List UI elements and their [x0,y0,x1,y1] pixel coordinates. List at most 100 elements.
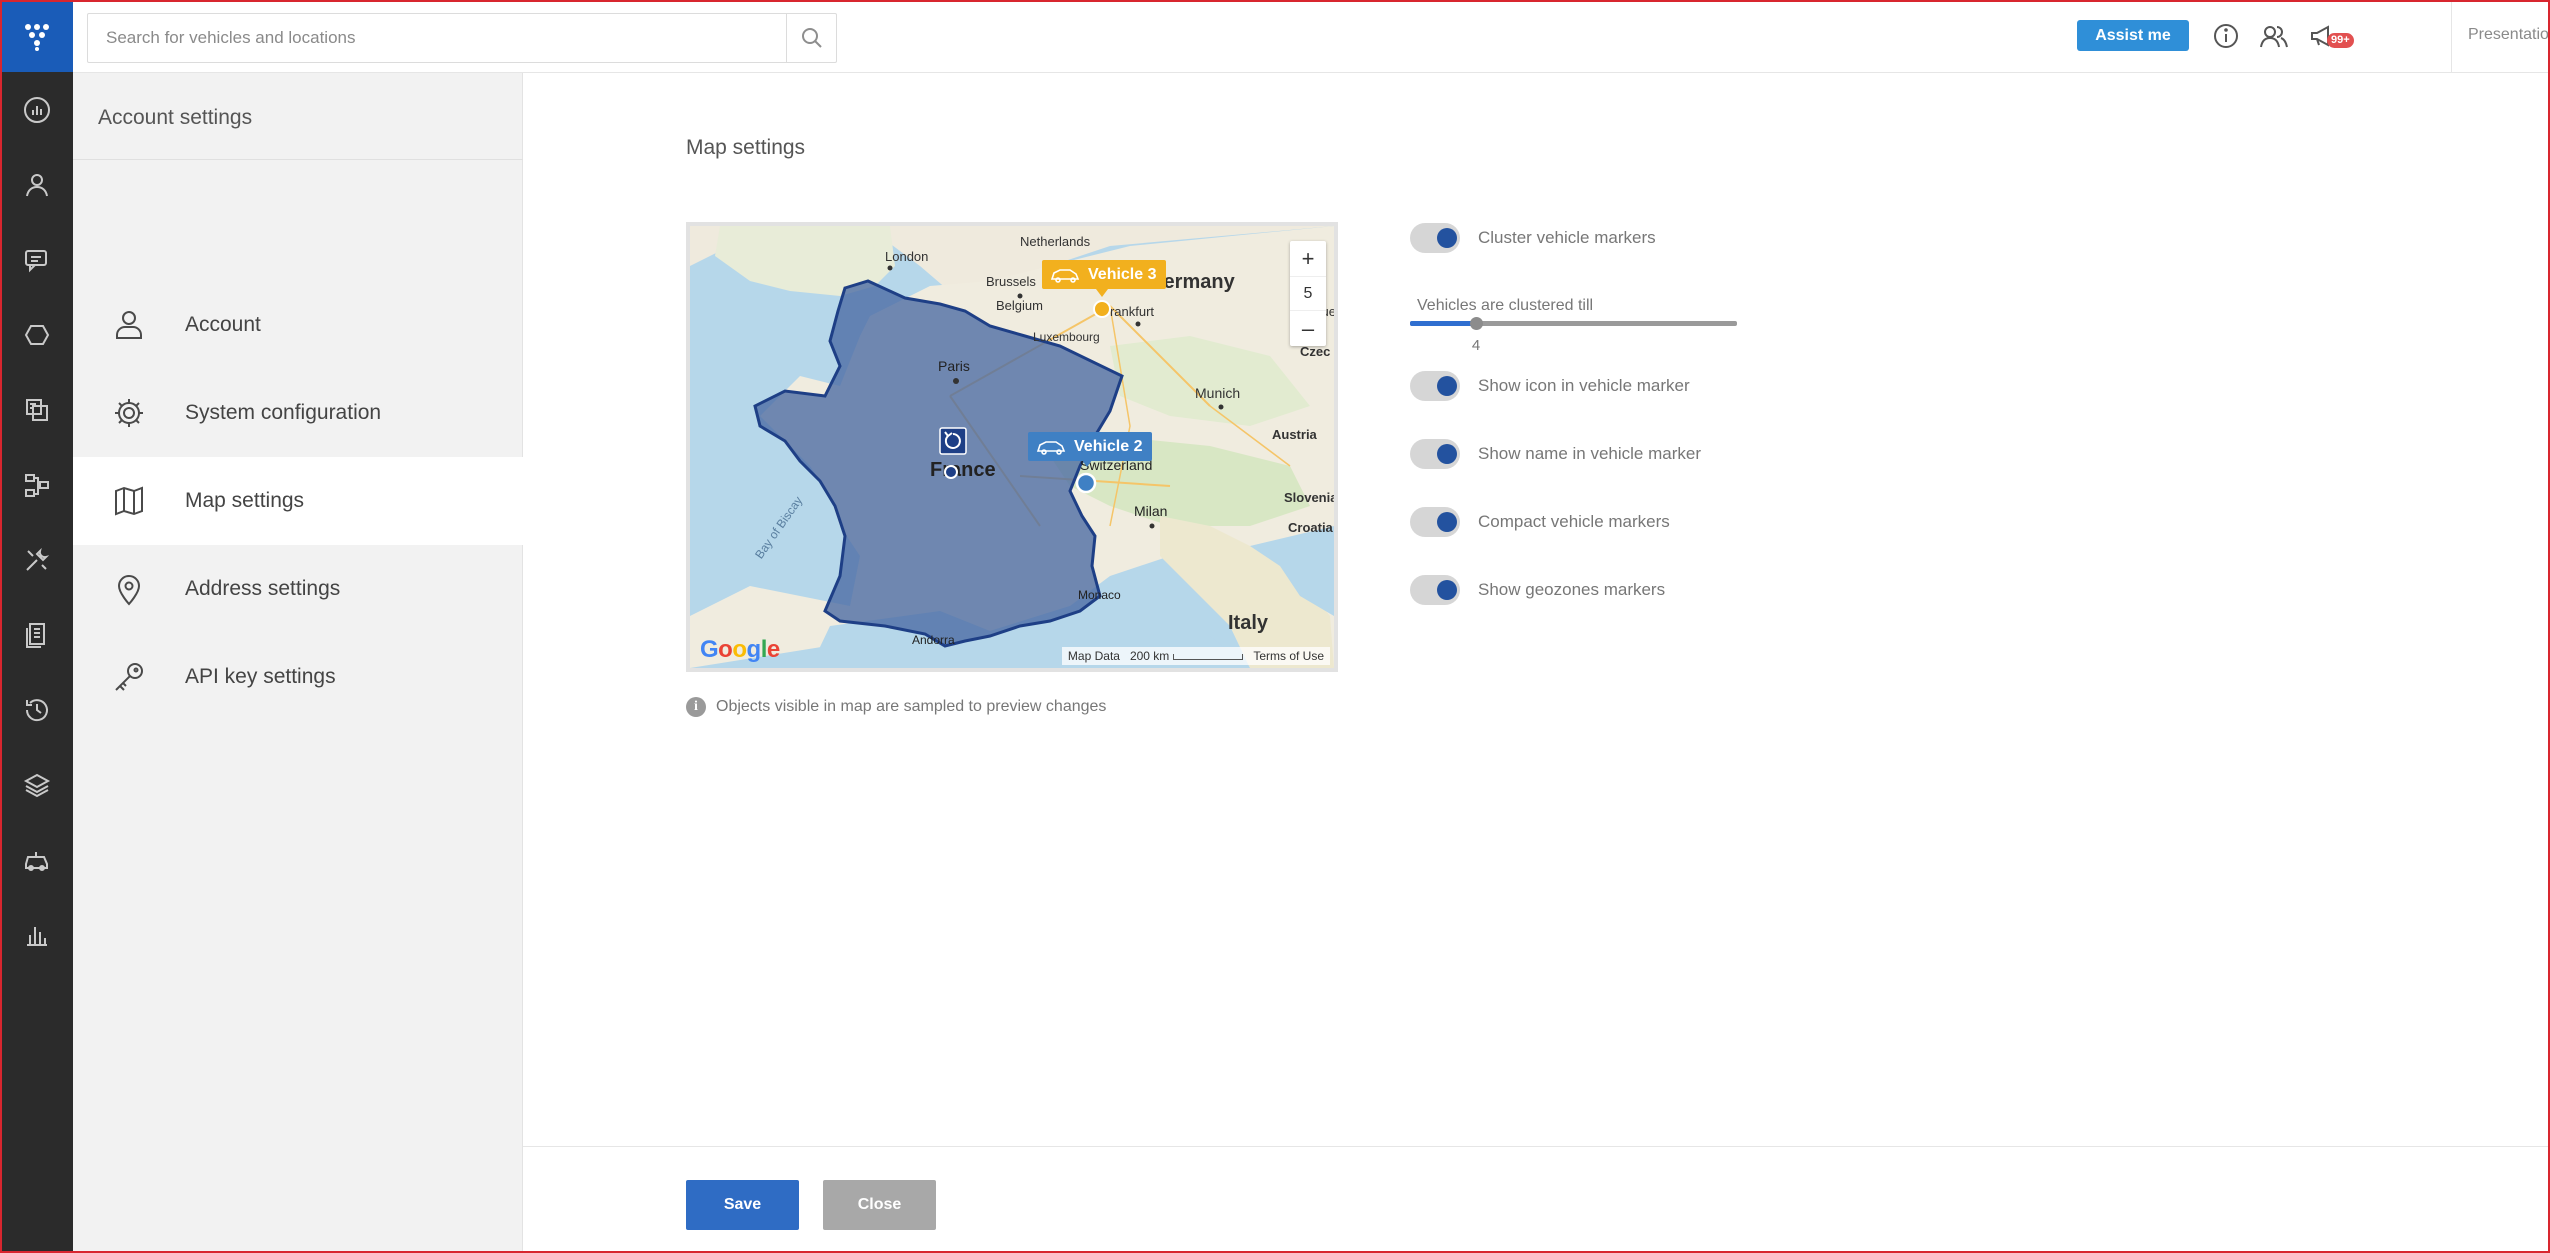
layers-icon [23,773,50,797]
rail-reports[interactable] [0,372,73,447]
option-label: Cluster vehicle markers [1478,228,1656,247]
search-icon [801,28,822,48]
notifications-button[interactable]: 99+ [2303,17,2354,55]
geozones-toggle[interactable] [1410,575,1460,605]
show-icon-toggle[interactable] [1410,371,1460,401]
cluster-toggle[interactable] [1410,223,1460,253]
info-icon [2214,24,2238,48]
report-icon [25,398,48,421]
compact-toggle[interactable] [1410,507,1460,537]
map-label: Croatia [1288,520,1334,535]
rail-documents[interactable] [0,597,73,672]
option-show-name: Show name in vehicle marker [1410,437,1770,471]
slider-handle[interactable] [1470,317,1483,330]
option-label: Show icon in vehicle marker [1478,376,1690,395]
location-pin-icon [117,575,141,606]
main-content: Map settings London Netherlands Brussels… [523,73,2550,1253]
assist-me-button[interactable]: Assist me [2077,20,2189,51]
person-icon [116,311,142,339]
map-label: Netherlands [1020,234,1091,249]
settings-title: Account settings [98,106,253,129]
zoom-in-button[interactable]: + [1290,241,1326,276]
option-geozones: Show geozones markers [1410,573,1770,607]
vehicle-label-text: Vehicle 2 [1074,437,1143,455]
account-switcher[interactable]: Presentation [2451,0,2550,72]
nav-item-address-settings[interactable]: Address settings [73,545,523,633]
map-label: Austria [1272,427,1318,442]
app-rail [0,0,73,1253]
show-name-toggle[interactable] [1410,439,1460,469]
rail-layers[interactable] [0,747,73,822]
cluster-till-label: Vehicles are clustered till [1417,297,1594,314]
page-title: Map settings [686,136,806,159]
rail-routes[interactable] [0,297,73,372]
map-label: Belgium [996,298,1043,313]
preview-hint: i Objects visible in map are sampled to … [686,697,1106,717]
close-button[interactable]: Close [823,1180,936,1230]
nav-item-api-key-settings[interactable]: API key settings [73,633,523,721]
search-box [87,13,837,63]
map-label: London [885,249,928,264]
rail-dashboard[interactable] [0,72,73,147]
app-logo[interactable] [0,0,73,72]
settings-sidebar: Account settings Account System configur… [73,73,523,1253]
info-button[interactable] [2206,17,2246,55]
nav-item-map-settings[interactable]: Map settings [73,457,523,545]
map-label: Brussels [986,274,1036,289]
map-scale: 200 km [1130,649,1244,663]
rail-people[interactable] [0,147,73,222]
tools-icon [25,547,49,571]
cluster-till-slider[interactable] [1410,317,1737,330]
zoom-out-button[interactable]: – [1290,311,1326,346]
map-footer: Map Data 200 km Terms of Use [1061,647,1330,665]
option-compact: Compact vehicle markers [1410,505,1770,539]
rail-tools[interactable] [0,522,73,597]
map-icon [115,486,143,516]
rail-workflow[interactable] [0,447,73,522]
gear-icon [115,399,143,427]
search-input[interactable] [88,14,778,62]
nav-item-system-configuration[interactable]: System configuration [73,369,523,457]
rail-messages[interactable] [0,222,73,297]
account-switcher-label: Presentation [2468,26,2550,43]
save-button[interactable]: Save [686,1180,799,1230]
map-preview[interactable]: London Netherlands Brussels Belgium Germ… [686,222,1338,672]
map-label: Munich [1195,385,1240,401]
vehicle-label-3[interactable]: Vehicle 3 [1042,260,1166,289]
vehicle-label-2[interactable]: Vehicle 2 [1028,432,1152,461]
map-canvas: London Netherlands Brussels Belgium Germ… [690,226,1334,668]
nav-item-account[interactable]: Account [73,281,523,369]
option-cluster: Cluster vehicle markers [1410,221,1770,255]
dashboard-icon [23,96,50,123]
nav-item-label: API key settings [185,665,336,688]
nav-item-label: Address settings [185,577,341,600]
hint-text: Objects visible in map are sampled to pr… [716,698,1107,715]
vehicle-icon [24,851,48,871]
nav-item-label: Account [185,313,261,336]
chat-icon [24,249,47,272]
rail-history[interactable] [0,672,73,747]
footer-divider [523,1146,2550,1147]
map-data-link[interactable]: Map Data [1068,649,1120,663]
search-button[interactable] [786,14,836,62]
documents-icon [25,622,45,648]
route-icon [24,324,49,345]
nav-item-label: Map settings [185,489,305,512]
map-label: Paris [938,358,970,374]
key-icon [115,663,143,691]
users-icon [2260,26,2288,48]
users-button[interactable] [2254,17,2294,55]
history-icon [25,698,48,721]
map-label: Monaco [1078,588,1121,602]
rail-vehicles[interactable] [0,822,73,897]
map-label: Luxembourg [1033,330,1100,344]
settings-divider [73,159,523,160]
nav-item-label: System configuration [185,401,382,424]
rail-analytics[interactable] [0,897,73,972]
map-label: Czec [1300,344,1330,359]
map-label: Andorra [912,633,955,647]
terms-link[interactable]: Terms of Use [1253,649,1324,663]
google-logo: Google [700,636,780,663]
settings-nav: Account System configuration Map setting… [73,281,523,721]
info-icon: i [686,697,706,717]
